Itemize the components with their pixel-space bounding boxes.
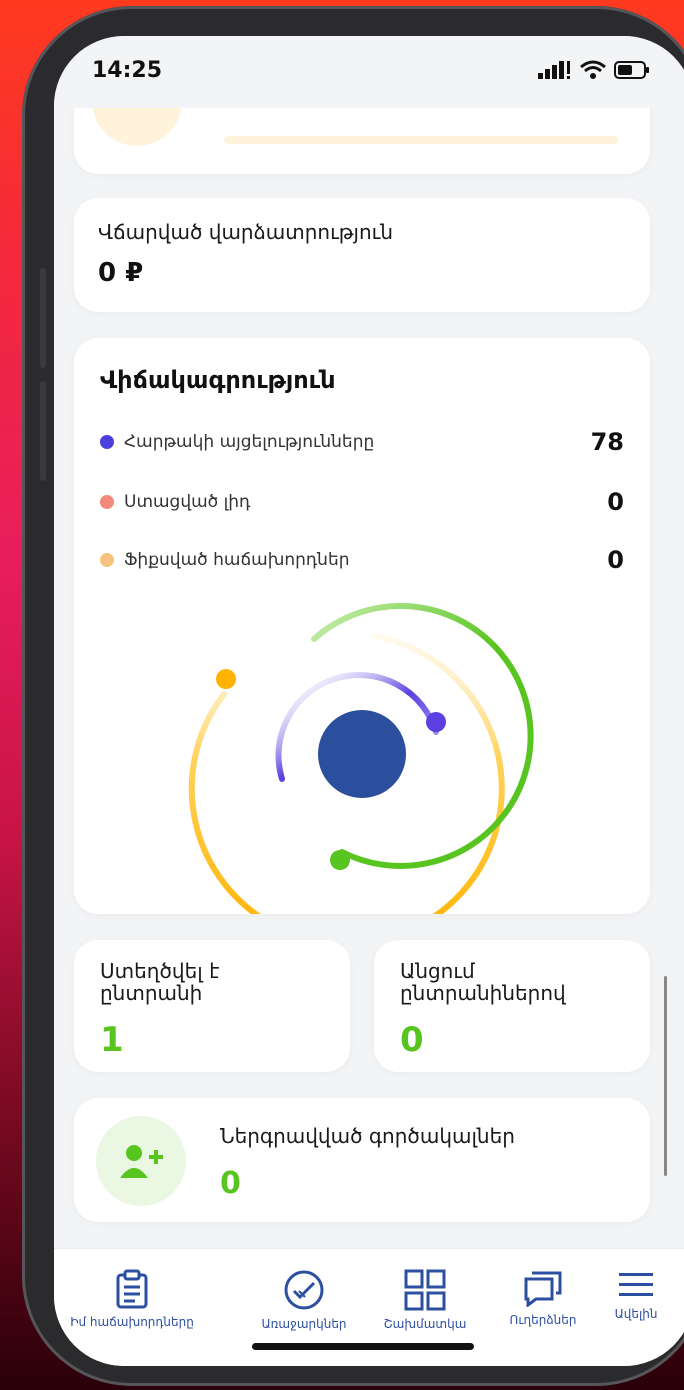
home-indicator[interactable]: [252, 1343, 474, 1350]
center-circle: [318, 710, 406, 798]
statistics-card: Վիճակագրություն Հարթակի այցելությունները…: [74, 338, 650, 914]
stat-value: 0: [607, 488, 624, 516]
legend-dot: [100, 553, 114, 567]
volume-down-button: [40, 381, 46, 481]
stat-row-leads: Ստացված լիդ 0: [100, 488, 624, 516]
wifi-icon: [580, 60, 606, 79]
created-family-card[interactable]: Ստեղծվել է ընտրանի 1: [74, 940, 350, 1072]
orange-orbit-dot: [216, 669, 236, 689]
stat-value: 78: [590, 428, 624, 456]
stat-row-clients: Ֆիքսված հաճախորդներ 0: [100, 546, 624, 574]
created-family-label-line2: ընտրանի: [100, 981, 203, 1005]
grid-icon: [404, 1269, 446, 1311]
stat-row-visits: Հարթակի այցելությունները 78: [100, 428, 624, 456]
clipboard-icon: [116, 1269, 148, 1309]
chat-icon: [524, 1271, 562, 1307]
orbit-chart: [188, 602, 534, 914]
legend-dot: [100, 435, 114, 449]
tab-label: Շախմատկա: [383, 1317, 467, 1331]
tab-chessboard[interactable]: Շախմատկա: [360, 1269, 490, 1331]
tab-label: Առաջարկներ: [261, 1317, 347, 1331]
status-bar: 14:25: [54, 36, 684, 108]
invited-agents-card[interactable]: Ներգրավված գործակալներ 0: [74, 1098, 650, 1222]
paid-fee-card[interactable]: Վճարված վարձատրություն 0 ₽: [74, 198, 650, 312]
statistics-title: Վիճակագրություն: [100, 366, 336, 394]
tab-label: Իմ հաճախորդները: [70, 1315, 194, 1329]
passing-families-label-line2: ընտրանիներով: [400, 981, 566, 1005]
paid-fee-label: Վճարված վարձատրություն: [98, 220, 393, 244]
scrollbar[interactable]: [664, 976, 667, 1176]
status-icons: [538, 60, 650, 80]
battery-icon: [614, 61, 649, 79]
passing-families-card[interactable]: Անցում ընտրանիներով 0: [374, 940, 650, 1072]
stat-label: Ստացված լիդ: [124, 492, 251, 512]
tab-messages[interactable]: Ուղերձներ: [488, 1269, 598, 1327]
created-family-label-line1: Ստեղծվել է: [100, 959, 220, 983]
add-user-icon: [96, 1116, 186, 1206]
tab-my-clients[interactable]: Իմ հաճախորդները: [54, 1269, 212, 1329]
purple-orbit-dot: [426, 712, 446, 732]
invited-agents-label: Ներգրավված գործակալներ: [220, 1124, 515, 1148]
passing-families-label-line1: Անցում: [400, 959, 475, 983]
app-screen: 14:25 Վճարված վարձատրություն 0 ₽ Վիճակագ…: [54, 36, 684, 1366]
tab-more[interactable]: Ավելին: [596, 1269, 676, 1321]
menu-icon: [619, 1273, 653, 1296]
stat-label: Հարթակի այցելությունները: [124, 432, 375, 452]
tab-label: Ավելին: [614, 1307, 658, 1321]
paid-fee-amount: 0 ₽: [98, 258, 144, 288]
tab-label: Ուղերձներ: [509, 1313, 577, 1327]
created-family-value: 1: [100, 1020, 124, 1060]
status-time: 14:25: [92, 58, 163, 83]
legend-dot: [100, 495, 114, 509]
progress-bar: [224, 136, 618, 144]
stat-label: Ֆիքսված հաճախորդներ: [124, 550, 350, 570]
green-orbit-dot: [330, 850, 350, 870]
stat-value: 0: [607, 546, 624, 574]
passing-families-value: 0: [400, 1020, 424, 1060]
created-family-label: Ստեղծվել է ընտրանի: [100, 960, 219, 1004]
passing-families-label: Անցում ընտրանիներով: [400, 960, 566, 1004]
signal-icon: [538, 61, 570, 79]
volume-up-button: [40, 268, 46, 368]
check-badge-icon: [284, 1270, 324, 1310]
invited-agents-value: 0: [220, 1166, 241, 1201]
